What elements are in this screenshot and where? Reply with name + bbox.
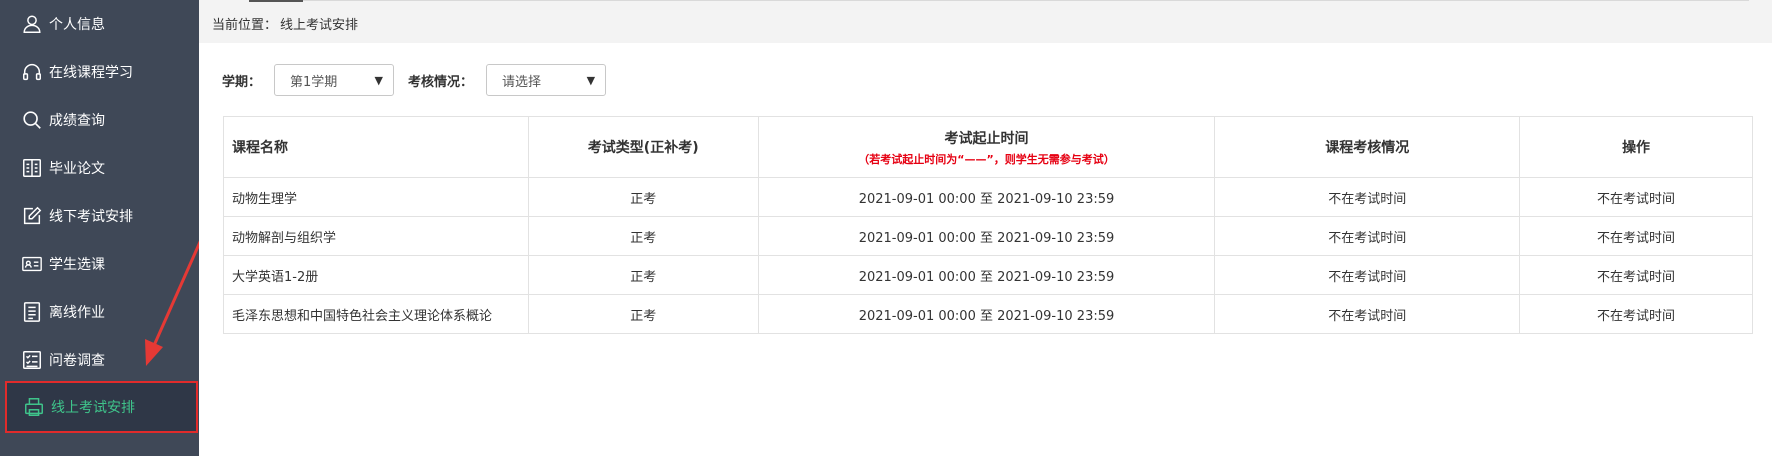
- document-icon: [20, 300, 44, 324]
- content-panel: 学期： 第1学期 ▼ 考核情况： 请选择 ▼ 课程名称 考试类型(正补考) 考试…: [199, 43, 1772, 456]
- breadcrumb-current: 线上考试安排: [280, 18, 359, 33]
- sidebar-item-label: 问卷调查: [49, 353, 105, 369]
- sidebar-item-offline-homework[interactable]: 离线作业: [0, 288, 199, 336]
- header-action: 操作: [1519, 116, 1753, 178]
- cell-status-link[interactable]: 不在考试时间: [1214, 216, 1521, 256]
- filter-bar: 学期： 第1学期 ▼ 考核情况： 请选择 ▼: [222, 63, 607, 97]
- cell-status-link[interactable]: 不在考试时间: [1214, 177, 1521, 217]
- term-label: 学期：: [222, 74, 262, 90]
- cell-exam-time: 2021-09-01 00:00 至 2021-09-10 23:59: [757, 216, 1216, 256]
- edit-icon: [20, 204, 44, 228]
- book-icon: [20, 156, 44, 180]
- divider: [249, 0, 1749, 1]
- cell-exam-type: 正考: [527, 216, 759, 256]
- id-card-icon: [20, 252, 44, 276]
- cell-exam-time: 2021-09-01 00:00 至 2021-09-10 23:59: [757, 294, 1216, 334]
- chevron-down-icon: ▼: [374, 73, 384, 87]
- header-assessment-status: 课程考核情况: [1214, 116, 1521, 178]
- cell-status-link[interactable]: 不在考试时间: [1214, 294, 1521, 334]
- cell-exam-type: 正考: [527, 177, 759, 217]
- cell-exam-time: 2021-09-01 00:00 至 2021-09-10 23:59: [757, 255, 1216, 295]
- sidebar-item-label: 离线作业: [49, 305, 105, 321]
- status-select-value: 请选择: [502, 74, 542, 90]
- table-row: 动物解剖与组织学 正考 2021-09-01 00:00 至 2021-09-1…: [223, 216, 1753, 256]
- header-exam-time-label: 考试起止时间: [944, 130, 1029, 147]
- sidebar-item-label: 线下考试安排: [49, 209, 133, 225]
- main-content: 当前位置： 线上考试安排 学期： 第1学期 ▼ 考核情况： 请选择 ▼ 课程名称 …: [199, 0, 1772, 456]
- chevron-down-icon: ▼: [586, 73, 596, 87]
- breadcrumb-prefix: 当前位置：: [212, 18, 278, 33]
- printer-icon: [22, 395, 46, 419]
- sidebar-item-grades[interactable]: 成绩查询: [0, 96, 199, 144]
- header-course-name: 课程名称: [223, 116, 529, 178]
- sidebar-item-label: 学生选课: [49, 257, 105, 273]
- term-select-value: 第1学期: [290, 74, 338, 90]
- sidebar-item-online-exams[interactable]: 线上考试安排: [5, 381, 198, 433]
- header-exam-time-note: （若考试起止时间为“——”，则学生无需参与考试）: [858, 152, 1115, 166]
- sidebar-item-survey[interactable]: 问卷调查: [0, 336, 199, 384]
- headphones-icon: [20, 60, 44, 84]
- cell-course-name: 动物生理学: [223, 177, 529, 217]
- table-row: 动物生理学 正考 2021-09-01 00:00 至 2021-09-10 2…: [223, 177, 1753, 217]
- cell-course-name: 动物解剖与组织学: [223, 216, 529, 256]
- sidebar-item-label: 个人信息: [49, 17, 105, 33]
- sidebar-item-label: 在线课程学习: [49, 65, 133, 81]
- term-select[interactable]: 第1学期 ▼: [274, 64, 395, 96]
- cell-exam-type: 正考: [527, 255, 759, 295]
- cell-course-name: 大学英语1-2册: [223, 255, 529, 295]
- cell-action: 不在考试时间: [1519, 255, 1753, 295]
- status-select[interactable]: 请选择 ▼: [486, 64, 607, 96]
- cell-exam-type: 正考: [527, 294, 759, 334]
- sidebar-item-offline-exams[interactable]: 线下考试安排: [0, 192, 199, 240]
- tab-indicator: [249, 0, 303, 2]
- header-exam-type: 考试类型(正补考): [527, 116, 759, 178]
- search-icon: [20, 108, 44, 132]
- cell-status-link[interactable]: 不在考试时间: [1214, 255, 1521, 295]
- cell-exam-time: 2021-09-01 00:00 至 2021-09-10 23:59: [757, 177, 1216, 217]
- header-exam-time: 考试起止时间 （若考试起止时间为“——”，则学生无需参与考试）: [757, 116, 1216, 178]
- exam-table: 课程名称 考试类型(正补考) 考试起止时间 （若考试起止时间为“——”，则学生无…: [223, 116, 1753, 334]
- status-label: 考核情况：: [408, 74, 474, 90]
- cell-course-name: 毛泽东思想和中国特色社会主义理论体系概论: [223, 294, 529, 334]
- sidebar: 个人信息 在线课程学习 成绩查询 毕业论文 线下考试安排 学生选课 离线作业 问…: [0, 0, 199, 456]
- table-row: 大学英语1-2册 正考 2021-09-01 00:00 至 2021-09-1…: [223, 255, 1753, 295]
- breadcrumb: 当前位置： 线上考试安排: [212, 14, 361, 33]
- table-row: 毛泽东思想和中国特色社会主义理论体系概论 正考 2021-09-01 00:00…: [223, 294, 1753, 334]
- cell-action: 不在考试时间: [1519, 216, 1753, 256]
- sidebar-item-label: 毕业论文: [49, 161, 105, 177]
- sidebar-item-profile[interactable]: 个人信息: [0, 0, 199, 48]
- sidebar-item-thesis[interactable]: 毕业论文: [0, 144, 199, 192]
- sidebar-item-course-selection[interactable]: 学生选课: [0, 240, 199, 288]
- sidebar-item-label: 成绩查询: [49, 113, 105, 129]
- sidebar-item-online-courses[interactable]: 在线课程学习: [0, 48, 199, 96]
- table-header-row: 课程名称 考试类型(正补考) 考试起止时间 （若考试起止时间为“——”，则学生无…: [223, 116, 1753, 178]
- cell-action: 不在考试时间: [1519, 294, 1753, 334]
- sidebar-item-label: 线上考试安排: [51, 400, 135, 416]
- user-icon: [20, 12, 44, 36]
- cell-action: 不在考试时间: [1519, 177, 1753, 217]
- checklist-icon: [20, 348, 44, 372]
